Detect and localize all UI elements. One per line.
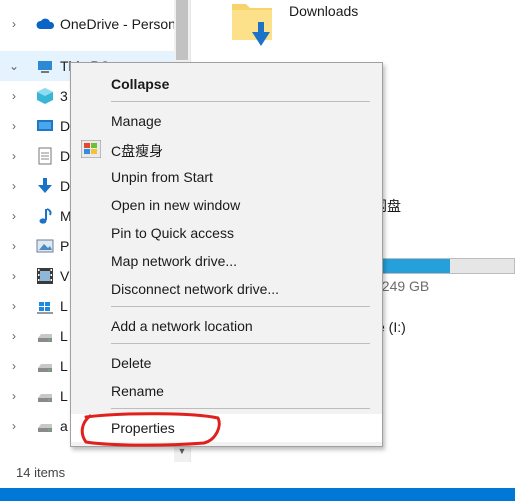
- nav-item-label: L: [60, 298, 68, 314]
- drive-icon: [36, 327, 54, 345]
- menu-separator: [111, 306, 370, 307]
- chevron-right-icon[interactable]: ›: [6, 147, 22, 165]
- nav-item-onedrive[interactable]: › OneDrive - Person: [0, 9, 176, 39]
- nav-item-label: D: [60, 118, 71, 134]
- menu-item-add-network-location[interactable]: Add a network location: [71, 312, 382, 340]
- nav-item-label: V: [60, 268, 70, 284]
- pictures-icon: [36, 237, 54, 255]
- chevron-right-icon[interactable]: ›: [6, 267, 22, 285]
- drive-icon: [36, 417, 54, 435]
- menu-item-label: Pin to Quick access: [111, 225, 234, 241]
- menu-item-rename[interactable]: Rename: [71, 377, 382, 405]
- menu-item-pin-quick-access[interactable]: Pin to Quick access: [71, 219, 382, 247]
- menu-item-label: C盘瘦身: [111, 143, 164, 159]
- chevron-right-icon[interactable]: ›: [6, 207, 22, 225]
- nav-item-label: a: [60, 418, 68, 434]
- chevron-right-icon[interactable]: ›: [6, 87, 22, 105]
- chevron-right-icon[interactable]: ›: [6, 387, 22, 405]
- menu-item-map-network-drive[interactable]: Map network drive...: [71, 247, 382, 275]
- nav-item-label: L: [60, 388, 68, 404]
- nav-item-label: P: [60, 238, 70, 254]
- menu-item-label: Unpin from Start: [111, 169, 213, 185]
- menu-item-label: Disconnect network drive...: [111, 281, 280, 297]
- chevron-right-icon[interactable]: ›: [6, 327, 22, 345]
- nav-item-label: L: [60, 358, 68, 374]
- menu-item-open-new-window[interactable]: Open in new window: [71, 191, 382, 219]
- menu-item-label: Open in new window: [111, 197, 241, 213]
- computer-icon: [36, 57, 54, 75]
- drive-icon: [36, 387, 54, 405]
- menu-separator: [111, 408, 370, 409]
- menu-item-label: Delete: [111, 355, 152, 371]
- menu-item-properties[interactable]: Properties: [71, 414, 382, 442]
- menu-item-c-slim[interactable]: C盘瘦身: [71, 135, 382, 163]
- drive-icon: [36, 357, 54, 375]
- desktop-icon: [36, 117, 54, 135]
- menu-item-label: Collapse: [111, 76, 170, 92]
- videos-icon: [36, 267, 54, 285]
- nav-scrollbar-thumb[interactable]: [176, 0, 188, 60]
- windows-logo-icon: [80, 139, 102, 159]
- downloads-icon: [36, 177, 54, 195]
- menu-item-label: Rename: [111, 383, 164, 399]
- chevron-right-icon[interactable]: ›: [6, 417, 22, 435]
- chevron-down-icon[interactable]: ⌄: [6, 57, 22, 75]
- chevron-right-icon[interactable]: ›: [6, 117, 22, 135]
- chevron-right-icon[interactable]: ›: [6, 177, 22, 195]
- onedrive-icon: [36, 15, 55, 33]
- downloads-folder-icon[interactable]: [230, 0, 274, 48]
- chevron-right-icon[interactable]: ›: [6, 15, 22, 33]
- nav-item-label: L: [60, 328, 68, 344]
- music-icon: [36, 207, 54, 225]
- status-item-count: 14 items: [16, 465, 66, 480]
- chevron-right-icon[interactable]: ›: [6, 237, 22, 255]
- chevron-right-icon[interactable]: ›: [6, 297, 22, 315]
- windows-drive-icon: [36, 297, 54, 315]
- documents-icon: [36, 147, 54, 165]
- menu-item-label: Manage: [111, 113, 162, 129]
- nav-item-label: D: [60, 178, 71, 194]
- context-menu: Collapse Manage C盘瘦身 Unpin from Start Op…: [70, 62, 383, 447]
- menu-item-unpin-from-start[interactable]: Unpin from Start: [71, 163, 382, 191]
- menu-item-label: Properties: [111, 420, 175, 436]
- menu-item-disconnect-network-drive[interactable]: Disconnect network drive...: [71, 275, 382, 303]
- menu-item-label: Map network drive...: [111, 253, 238, 269]
- drive-usage-fill: [381, 259, 451, 273]
- nav-item-label: D: [60, 148, 71, 164]
- chevron-right-icon[interactable]: ›: [6, 357, 22, 375]
- menu-item-delete[interactable]: Delete: [71, 349, 382, 377]
- 3d-objects-icon: [36, 87, 54, 105]
- downloads-folder-label[interactable]: Downloads: [289, 3, 358, 19]
- nav-item-label: OneDrive - Person: [60, 16, 176, 32]
- menu-separator: [111, 101, 370, 102]
- drive-usage-bar: [380, 258, 515, 274]
- taskbar: [0, 488, 515, 501]
- menu-item-collapse[interactable]: Collapse: [71, 70, 382, 98]
- menu-separator: [111, 343, 370, 344]
- menu-item-label: Add a network location: [111, 318, 253, 334]
- menu-item-manage[interactable]: Manage: [71, 107, 382, 135]
- nav-item-label: 3: [60, 88, 68, 104]
